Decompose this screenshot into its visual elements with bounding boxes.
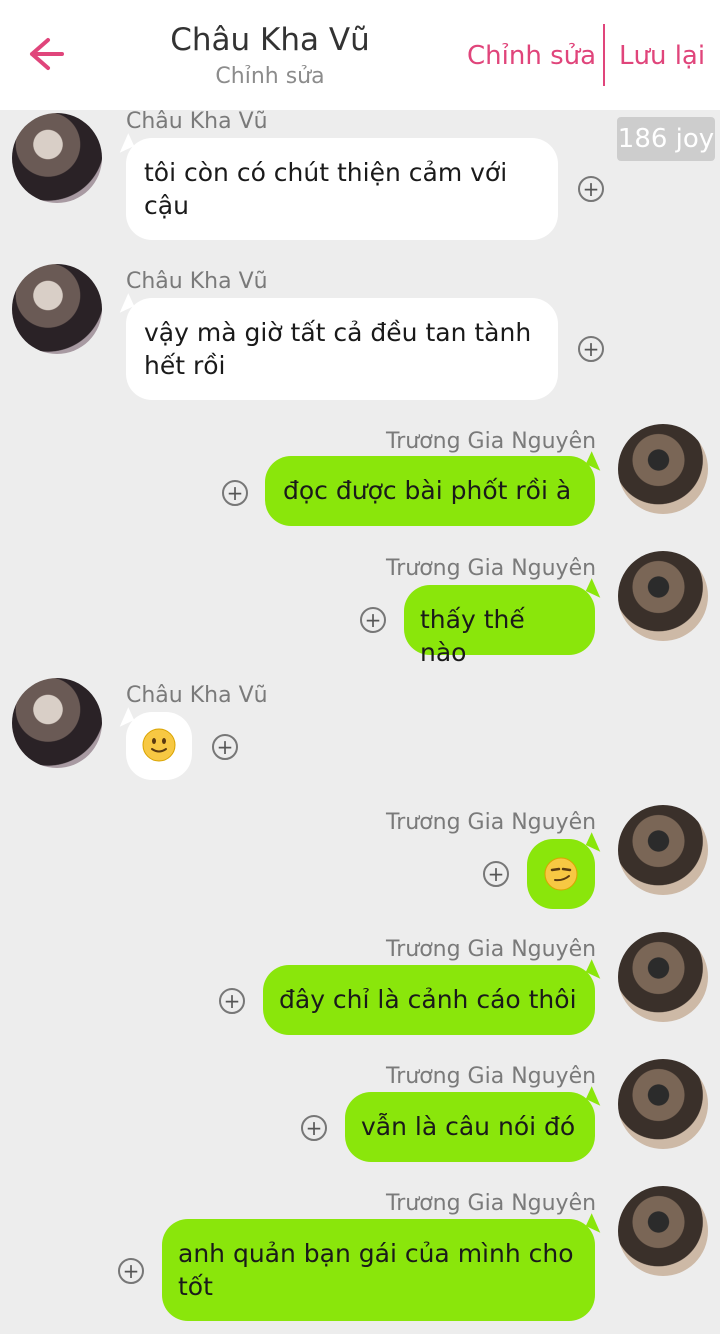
add-reaction-icon[interactable]: + bbox=[578, 336, 604, 362]
message-bubble[interactable]: đọc được bài phốt rồi à bbox=[265, 456, 595, 526]
avatar[interactable] bbox=[12, 678, 102, 768]
message-bubble[interactable]: anh quản bạn gái của mình cho tốt bbox=[162, 1219, 595, 1321]
add-reaction-icon[interactable]: + bbox=[360, 607, 386, 633]
add-reaction-icon[interactable]: + bbox=[578, 176, 604, 202]
avatar[interactable] bbox=[12, 113, 102, 203]
avatar[interactable] bbox=[618, 805, 708, 895]
avatar[interactable] bbox=[618, 551, 708, 641]
message-bubble[interactable]: vẫn là câu nói đó bbox=[345, 1092, 595, 1162]
joy-badge: 186 joy bbox=[617, 117, 715, 161]
save-button[interactable]: Lưu lại bbox=[619, 38, 705, 74]
sender-name: Trương Gia Nguyên bbox=[386, 429, 597, 454]
add-reaction-icon[interactable]: + bbox=[118, 1258, 144, 1284]
smirk-icon bbox=[544, 857, 578, 891]
add-reaction-icon[interactable]: + bbox=[222, 480, 248, 506]
avatar[interactable] bbox=[12, 264, 102, 354]
avatar[interactable] bbox=[618, 1059, 708, 1149]
message-bubble[interactable] bbox=[126, 712, 192, 780]
sender-name: Trương Gia Nguyên bbox=[386, 1191, 597, 1216]
message-bubble[interactable]: tôi còn có chút thiện cảm với cậu bbox=[126, 138, 558, 240]
edit-button[interactable]: Chỉnh sửa bbox=[467, 38, 596, 74]
add-reaction-icon[interactable]: + bbox=[301, 1115, 327, 1141]
sender-name: Châu Kha Vũ bbox=[126, 683, 268, 708]
avatar[interactable] bbox=[618, 932, 708, 1022]
header-divider bbox=[603, 24, 605, 86]
avatar[interactable] bbox=[618, 1186, 708, 1276]
chat-subtitle: Chỉnh sửa bbox=[215, 64, 325, 89]
add-reaction-icon[interactable]: + bbox=[219, 988, 245, 1014]
slight-smile-icon bbox=[142, 728, 176, 762]
message-bubble[interactable] bbox=[527, 839, 595, 909]
sender-name: Trương Gia Nguyên bbox=[386, 1064, 597, 1089]
sender-name: Trương Gia Nguyên bbox=[386, 937, 597, 962]
add-reaction-icon[interactable]: + bbox=[483, 861, 509, 887]
avatar[interactable] bbox=[618, 424, 708, 514]
chat-title: Châu Kha Vũ bbox=[170, 22, 370, 58]
header-bar: Châu Kha Vũ Chỉnh sửa Chỉnh sửa Lưu lại bbox=[0, 0, 720, 110]
sender-name: Châu Kha Vũ bbox=[126, 269, 268, 294]
sender-name: Trương Gia Nguyên bbox=[386, 810, 597, 835]
message-bubble[interactable]: vậy mà giờ tất cả đều tan tành hết rồi bbox=[126, 298, 558, 400]
message-bubble[interactable]: thấy thế nào bbox=[404, 585, 595, 667]
message-bubble[interactable]: đây chỉ là cảnh cáo thôi bbox=[263, 965, 595, 1035]
sender-name: Châu Kha Vũ bbox=[126, 109, 268, 134]
sender-name: Trương Gia Nguyên bbox=[386, 556, 597, 581]
add-reaction-icon[interactable]: + bbox=[212, 734, 238, 760]
